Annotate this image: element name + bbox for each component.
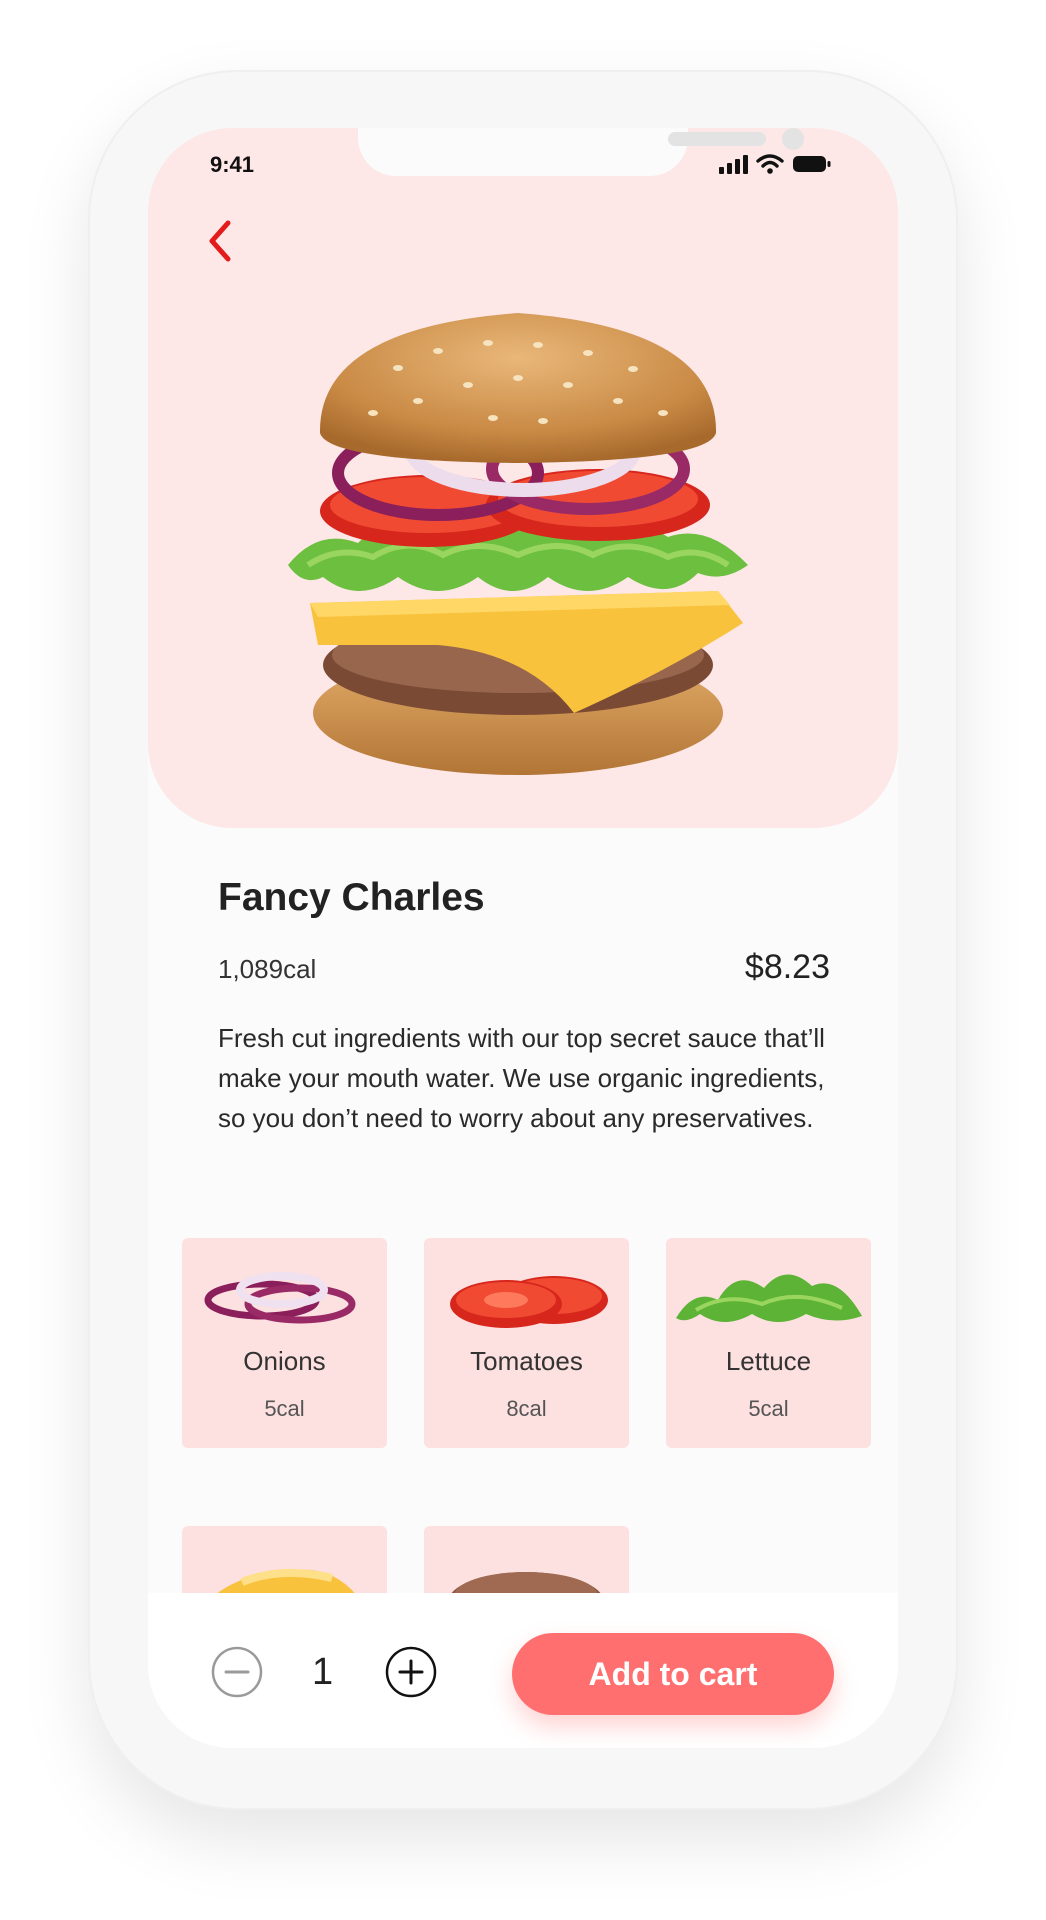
onion-icon xyxy=(204,1272,356,1324)
app-screen: 9:41 Fancy Charles 1,089cal $8.23 Fresh … xyxy=(148,128,898,1748)
ingredient-list: Onions 5cal Tomatoes 8cal Lettuce 5cal xyxy=(182,1238,872,1736)
minus-icon[interactable] xyxy=(210,1645,264,1699)
ingredient-name: Onions xyxy=(243,1346,326,1376)
battery-icon xyxy=(793,156,831,172)
ingredient-calories: 8cal xyxy=(506,1396,547,1421)
ingredient-card-onions[interactable]: Onions 5cal xyxy=(182,1238,387,1448)
quantity-value: 1 xyxy=(312,1651,334,1693)
status-time: 9:41 xyxy=(210,152,255,177)
speaker-grille xyxy=(668,132,766,146)
product-calories: 1,089cal xyxy=(218,954,317,984)
front-camera xyxy=(782,128,804,150)
tomato-icon xyxy=(450,1276,608,1328)
ingredient-name: Lettuce xyxy=(725,1346,812,1376)
ingredient-card-lettuce[interactable]: Lettuce 5cal xyxy=(666,1238,871,1448)
cart-bar: 1 Add to cart xyxy=(148,1593,898,1748)
burger-image xyxy=(288,313,748,775)
phone-notch xyxy=(358,128,804,176)
product-hero: 9:41 xyxy=(148,128,898,828)
ingredient-calories: 5cal xyxy=(748,1396,789,1421)
add-to-cart-button[interactable]: Add to cart xyxy=(512,1633,834,1715)
ingredient-name: Tomatoes xyxy=(470,1346,583,1376)
wifi-icon xyxy=(756,154,784,174)
product-description: Fresh cut ingredients with our top secre… xyxy=(218,1023,825,1133)
ingredient-calories: 5cal xyxy=(264,1396,305,1421)
cellular-signal-icon xyxy=(719,155,748,174)
product-price: $8.23 xyxy=(744,948,830,986)
status-icons xyxy=(718,154,832,174)
back-arrow-icon[interactable] xyxy=(200,213,240,269)
ingredient-card-tomatoes[interactable]: Tomatoes 8cal xyxy=(424,1238,629,1448)
product-title: Fancy Charles xyxy=(218,876,485,919)
lettuce-icon xyxy=(676,1274,862,1322)
plus-icon[interactable] xyxy=(384,1645,438,1699)
